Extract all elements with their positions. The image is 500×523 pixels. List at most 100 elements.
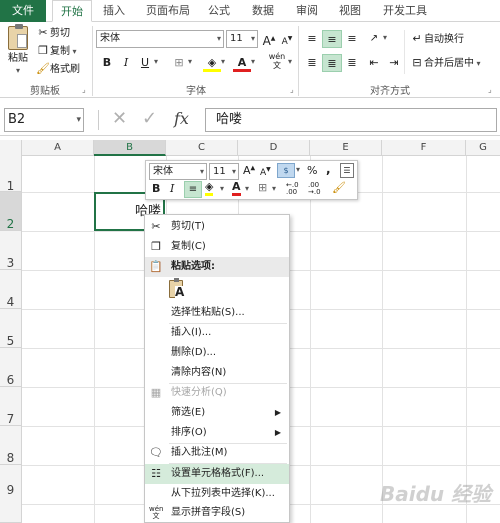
- column-header-f[interactable]: F: [382, 140, 466, 156]
- fill-color-icon[interactable]: ◈: [203, 54, 221, 72]
- chevron-down-icon[interactable]: ▾: [272, 184, 276, 193]
- grow-font-button[interactable]: A▲: [260, 30, 278, 48]
- cancel-icon[interactable]: ✕: [112, 108, 127, 129]
- column-header-e[interactable]: E: [310, 140, 382, 156]
- column-header-a[interactable]: A: [22, 140, 94, 156]
- align-middle-icon[interactable]: ≡: [322, 30, 342, 48]
- shrink-font-icon[interactable]: A▼: [260, 166, 271, 178]
- column-header-g[interactable]: G: [466, 140, 500, 156]
- mini-font-color-icon[interactable]: A: [232, 180, 241, 196]
- font-name-box[interactable]: 宋体 ▾: [96, 30, 224, 48]
- tab-page-layout[interactable]: 页面布局: [146, 0, 190, 22]
- align-top-icon[interactable]: ≡: [302, 30, 322, 48]
- increase-indent-icon[interactable]: ⇥: [384, 54, 404, 72]
- tab-formulas[interactable]: 公式: [208, 0, 230, 22]
- grow-font-icon[interactable]: A▲: [243, 164, 255, 177]
- row-header-3[interactable]: 3: [0, 231, 22, 270]
- increase-decimal-icon[interactable]: ←.0.00: [286, 182, 299, 196]
- menu-item-clear-contents[interactable]: 清除内容(N): [145, 363, 289, 383]
- chevron-down-icon[interactable]: ▾: [221, 57, 225, 66]
- chevron-down-icon[interactable]: ▾: [251, 57, 255, 66]
- menu-item-insert-comment[interactable]: 🗨 插入批注(M): [145, 443, 289, 463]
- column-header-d[interactable]: D: [238, 140, 310, 156]
- comma-style-button[interactable]: ,: [326, 162, 331, 176]
- chevron-down-icon[interactable]: ▾: [296, 165, 300, 174]
- percent-style-button[interactable]: %: [307, 164, 317, 177]
- align-bottom-icon[interactable]: ≡: [342, 30, 362, 48]
- formula-input[interactable]: 哈喽: [205, 108, 497, 132]
- menu-item-paste-special[interactable]: 选择性粘贴(S)...: [145, 303, 289, 323]
- menu-item-phonetic[interactable]: wén 文 显示拼音字段(S): [145, 503, 289, 523]
- dialog-launcher-icon[interactable]: ⌟: [290, 85, 294, 94]
- align-center-icon[interactable]: ≣: [322, 54, 342, 72]
- tab-review[interactable]: 审阅: [296, 0, 318, 22]
- menu-item-filter[interactable]: 筛选(E) ▶: [145, 403, 289, 423]
- border-icon[interactable]: ⊞: [170, 54, 188, 72]
- menu-item-pick-from-list[interactable]: 从下拉列表中选择(K)...: [145, 484, 289, 504]
- chevron-down-icon[interactable]: ▾: [383, 33, 387, 42]
- merge-center-button[interactable]: ⊟ 合并后居中 ▾: [410, 56, 480, 71]
- font-size-box[interactable]: 11 ▾: [226, 30, 258, 48]
- tab-file[interactable]: 文件: [0, 0, 46, 22]
- row-header-4[interactable]: 4: [0, 270, 22, 309]
- underline-button[interactable]: U: [136, 54, 154, 72]
- decrease-indent-icon[interactable]: ⇤: [364, 54, 384, 72]
- insert-function-icon[interactable]: fx: [174, 109, 189, 128]
- chevron-down-icon[interactable]: ▾: [245, 184, 249, 193]
- chevron-down-icon[interactable]: ▾: [188, 57, 192, 66]
- italic-button[interactable]: I: [117, 54, 135, 72]
- mini-center-icon[interactable]: ≡: [184, 181, 202, 198]
- mini-font-name-box[interactable]: 宋体 ▾: [149, 163, 207, 180]
- column-header-c[interactable]: C: [166, 140, 238, 156]
- mini-font-size-box[interactable]: 11 ▾: [209, 163, 239, 180]
- format-table-icon[interactable]: ☰: [340, 163, 354, 178]
- menu-item-quick-analysis[interactable]: ▦ 快速分析(Q): [145, 383, 289, 403]
- menu-item-sort[interactable]: 排序(O) ▶: [145, 423, 289, 443]
- name-box[interactable]: B2 ▾: [4, 108, 84, 132]
- align-right-icon[interactable]: ≣: [342, 54, 362, 72]
- tab-view[interactable]: 视图: [339, 0, 361, 22]
- dialog-launcher-icon[interactable]: ⌟: [488, 85, 492, 94]
- phonetic-icon[interactable]: wén 文: [268, 52, 286, 70]
- chevron-down-icon[interactable]: ▾: [288, 57, 292, 66]
- tab-insert[interactable]: 插入: [103, 0, 125, 22]
- wrap-text-button[interactable]: ↵ 自动换行: [410, 32, 464, 47]
- mini-bold-button[interactable]: B: [152, 182, 160, 195]
- menu-item-cut[interactable]: ✂ 剪切(T): [145, 217, 289, 237]
- column-header-b[interactable]: B: [94, 140, 166, 156]
- orientation-icon[interactable]: ↗: [364, 30, 384, 48]
- paste-button[interactable]: 粘贴 ▾: [6, 24, 30, 76]
- mini-border-icon[interactable]: ⊞: [258, 181, 267, 194]
- chevron-down-icon[interactable]: ▾: [220, 184, 224, 193]
- cut-button[interactable]: ✂ 剪切: [36, 26, 70, 41]
- row-header-9[interactable]: 9: [0, 465, 22, 523]
- select-all-button[interactable]: [0, 140, 22, 156]
- row-header-1[interactable]: 1: [0, 156, 22, 193]
- format-painter-button[interactable]: 🖌格式刷: [36, 62, 80, 77]
- enter-icon[interactable]: ✓: [142, 108, 157, 129]
- row-header-8[interactable]: 8: [0, 426, 22, 465]
- tab-developer[interactable]: 开发工具: [383, 0, 427, 22]
- menu-item-format-cells[interactable]: ☷ 设置单元格格式(F)...: [145, 464, 289, 484]
- shrink-font-button[interactable]: A▼: [278, 30, 296, 48]
- tab-home[interactable]: 开始: [52, 0, 92, 22]
- mini-fill-color-icon[interactable]: ◈: [205, 180, 214, 196]
- currency-format-icon[interactable]: $: [277, 163, 295, 178]
- decrease-decimal-icon[interactable]: .00 →.0: [308, 182, 321, 196]
- row-header-2[interactable]: 2: [0, 192, 22, 231]
- menu-item-delete[interactable]: 删除(D)...: [145, 343, 289, 363]
- row-header-5[interactable]: 5: [0, 309, 22, 348]
- tab-data[interactable]: 数据: [252, 0, 274, 22]
- row-header-7[interactable]: 7: [0, 387, 22, 426]
- paste-option-button[interactable]: A: [169, 278, 189, 302]
- mini-italic-button[interactable]: I: [170, 182, 174, 195]
- font-color-icon[interactable]: A: [233, 54, 251, 72]
- row-header-6[interactable]: 6: [0, 348, 22, 387]
- bold-button[interactable]: B: [98, 54, 116, 72]
- align-left-icon[interactable]: ≣: [302, 54, 322, 72]
- dialog-launcher-icon[interactable]: ⌟: [82, 85, 86, 94]
- menu-item-copy[interactable]: ❐ 复制(C): [145, 237, 289, 257]
- menu-item-insert[interactable]: 插入(I)...: [145, 323, 289, 343]
- mini-format-painter-icon[interactable]: 🖌: [332, 181, 346, 194]
- copy-button[interactable]: ❐ 复制 ▾: [36, 44, 77, 59]
